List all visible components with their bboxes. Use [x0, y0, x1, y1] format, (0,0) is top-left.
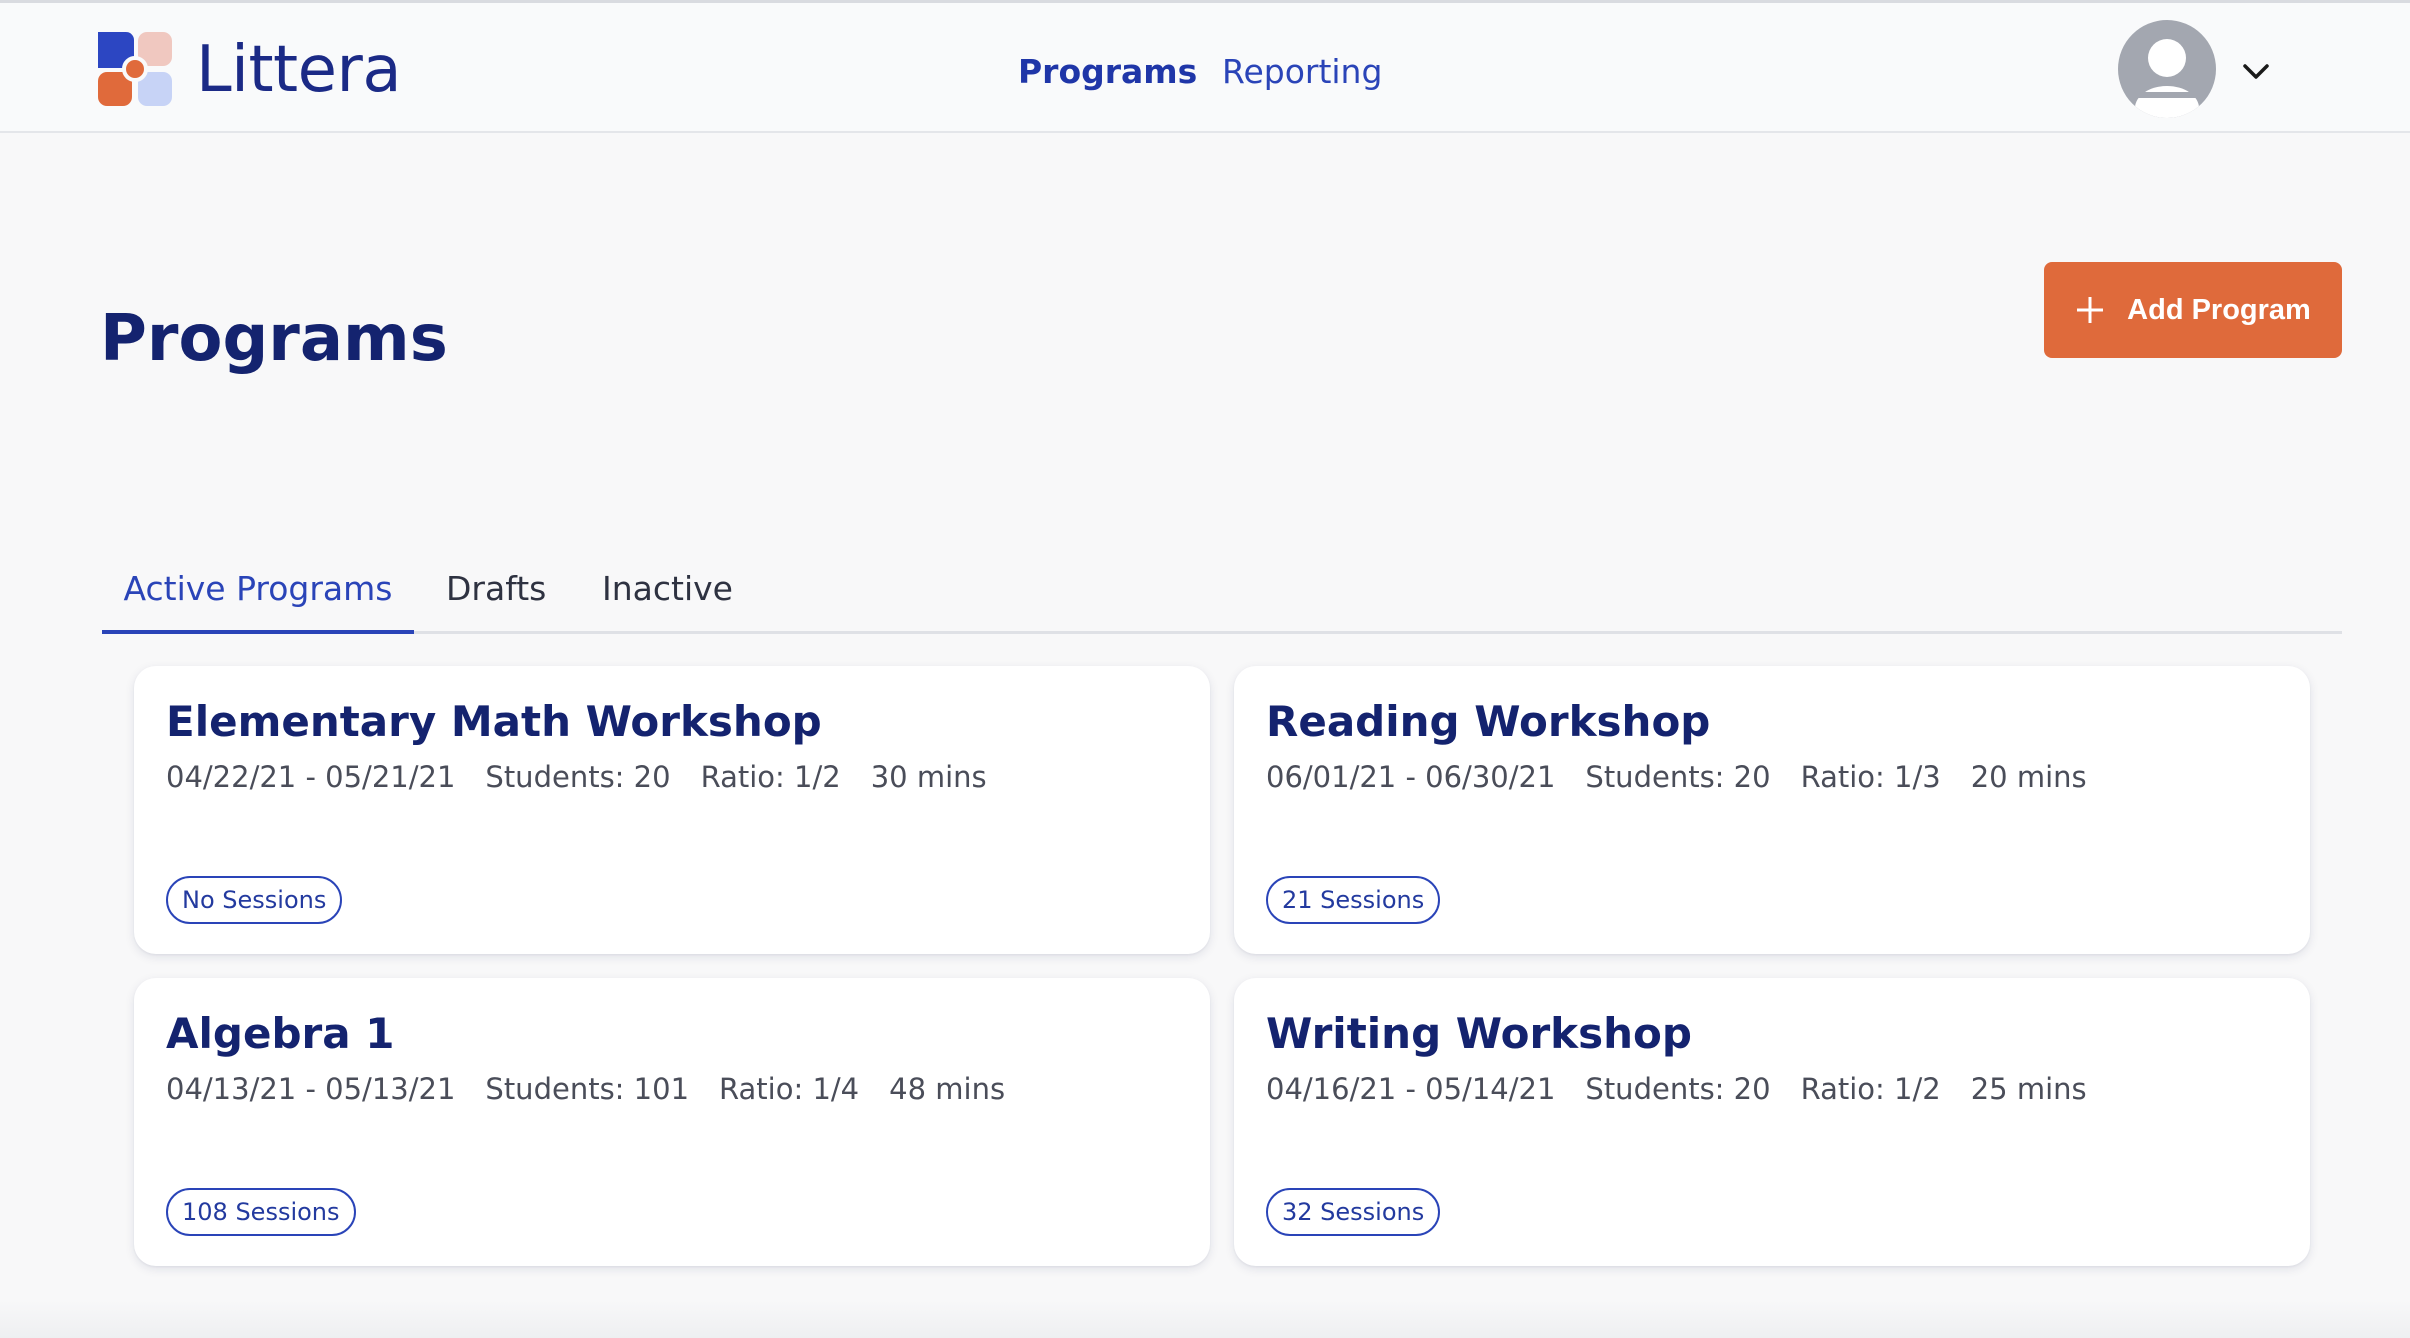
- top-navbar: Littera Programs Reporting: [0, 3, 2410, 133]
- program-students: Students: 101: [485, 1072, 690, 1106]
- program-card[interactable]: Elementary Math Workshop 04/22/21 - 05/2…: [134, 666, 1210, 954]
- sessions-badge: 108 Sessions: [166, 1188, 356, 1236]
- program-dates: 04/13/21 - 05/13/21: [166, 1072, 456, 1106]
- sessions-badge: 21 Sessions: [1266, 876, 1441, 924]
- program-duration: 20 mins: [1970, 760, 2087, 794]
- program-meta: 06/01/21 - 06/30/21 Students: 20 Ratio: 1/…: [1266, 758, 2117, 796]
- chevron-down-icon[interactable]: [2240, 61, 2272, 83]
- program-students: Students: 20: [1585, 760, 1771, 794]
- program-duration: 48 mins: [889, 1072, 1006, 1106]
- plus-icon: [2075, 295, 2105, 325]
- program-ratio: Ratio: 1/4: [719, 1072, 860, 1106]
- program-duration: 25 mins: [1970, 1072, 2087, 1106]
- program-meta: 04/22/21 - 05/21/21 Students: 20 Ratio: 1/…: [166, 758, 1017, 796]
- user-avatar-icon[interactable]: [2118, 20, 2216, 118]
- program-card[interactable]: Writing Workshop 04/16/21 - 05/14/21 Stud…: [1234, 978, 2310, 1266]
- program-ratio: Ratio: 1/2: [1800, 1072, 1941, 1106]
- program-duration: 30 mins: [870, 760, 987, 794]
- sessions-badge: 32 Sessions: [1266, 1188, 1441, 1236]
- program-ratio: Ratio: 1/2: [700, 760, 841, 794]
- program-dates: 04/16/21 - 05/14/21: [1266, 1072, 1556, 1106]
- sessions-badge: No Sessions: [166, 876, 343, 924]
- program-card[interactable]: Reading Workshop 06/01/21 - 06/30/21 Stud…: [1234, 666, 2310, 954]
- program-title: Algebra 1: [166, 1009, 395, 1058]
- program-title: Elementary Math Workshop: [166, 697, 822, 746]
- tab-inactive[interactable]: Inactive: [602, 568, 733, 610]
- program-dates: 06/01/21 - 06/30/21: [1266, 760, 1556, 794]
- program-dates: 04/22/21 - 05/21/21: [166, 760, 456, 794]
- add-program-button[interactable]: Add Program: [2044, 262, 2342, 358]
- program-meta: 04/16/21 - 05/14/21 Students: 20 Ratio: 1/…: [1266, 1070, 2117, 1108]
- program-card[interactable]: Algebra 1 04/13/21 - 05/13/21 Students: 1…: [134, 978, 1210, 1266]
- program-ratio: Ratio: 1/3: [1800, 760, 1941, 794]
- program-title: Writing Workshop: [1266, 1009, 1692, 1058]
- program-tabs: Active Programs Drafts Inactive: [102, 548, 2342, 634]
- nav-link-reporting[interactable]: Reporting: [1222, 51, 1382, 93]
- program-students: Students: 20: [485, 760, 671, 794]
- brand-name[interactable]: Littera: [196, 25, 402, 115]
- program-title: Reading Workshop: [1266, 697, 1711, 746]
- nav-link-programs[interactable]: Programs: [1018, 51, 1197, 93]
- program-students: Students: 20: [1585, 1072, 1771, 1106]
- page-title: Programs: [100, 301, 448, 376]
- add-program-label: Add Program: [2127, 293, 2311, 326]
- active-tab-indicator: [102, 630, 414, 634]
- page-bottom-edge: [0, 1300, 2410, 1338]
- tab-active-programs[interactable]: Active Programs: [102, 568, 414, 610]
- littera-logo-icon[interactable]: [98, 32, 172, 106]
- program-meta: 04/13/21 - 05/13/21 Students: 101 Ratio: 1…: [166, 1070, 1035, 1108]
- tab-drafts[interactable]: Drafts: [446, 568, 546, 610]
